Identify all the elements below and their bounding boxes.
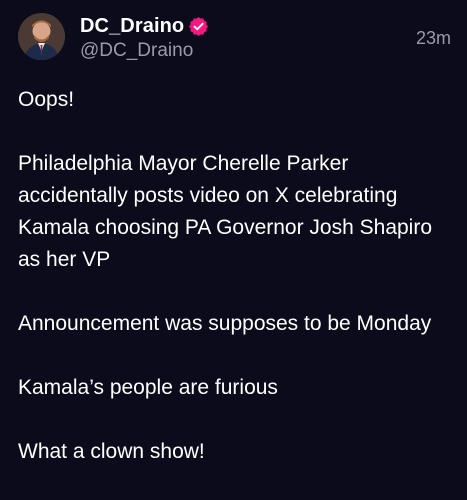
post-paragraph: Kamala’s people are furious (18, 376, 278, 399)
post-paragraph: Philadelphia Mayor Cherelle Parker accid… (18, 152, 433, 271)
verified-badge-icon (189, 16, 209, 36)
post-timestamp[interactable]: 23m (416, 28, 451, 49)
author-display-name[interactable]: DC_Draino (80, 15, 184, 38)
author-name-row: DC_Draino (80, 14, 209, 38)
post-paragraph: Announcement was supposes to be Monday (18, 312, 432, 335)
author-handle[interactable]: @DC_Draino (80, 40, 193, 62)
avatar-image (18, 13, 65, 60)
post-body: Oops! Philadelphia Mayor Cherelle Parker… (18, 84, 448, 468)
avatar[interactable] (18, 13, 65, 60)
post-paragraph: Oops! (18, 88, 75, 111)
post-paragraph: What a clown show! (18, 440, 205, 463)
post-card: DC_Draino @DC_Draino 23m Oops! Philadelp… (0, 0, 467, 500)
